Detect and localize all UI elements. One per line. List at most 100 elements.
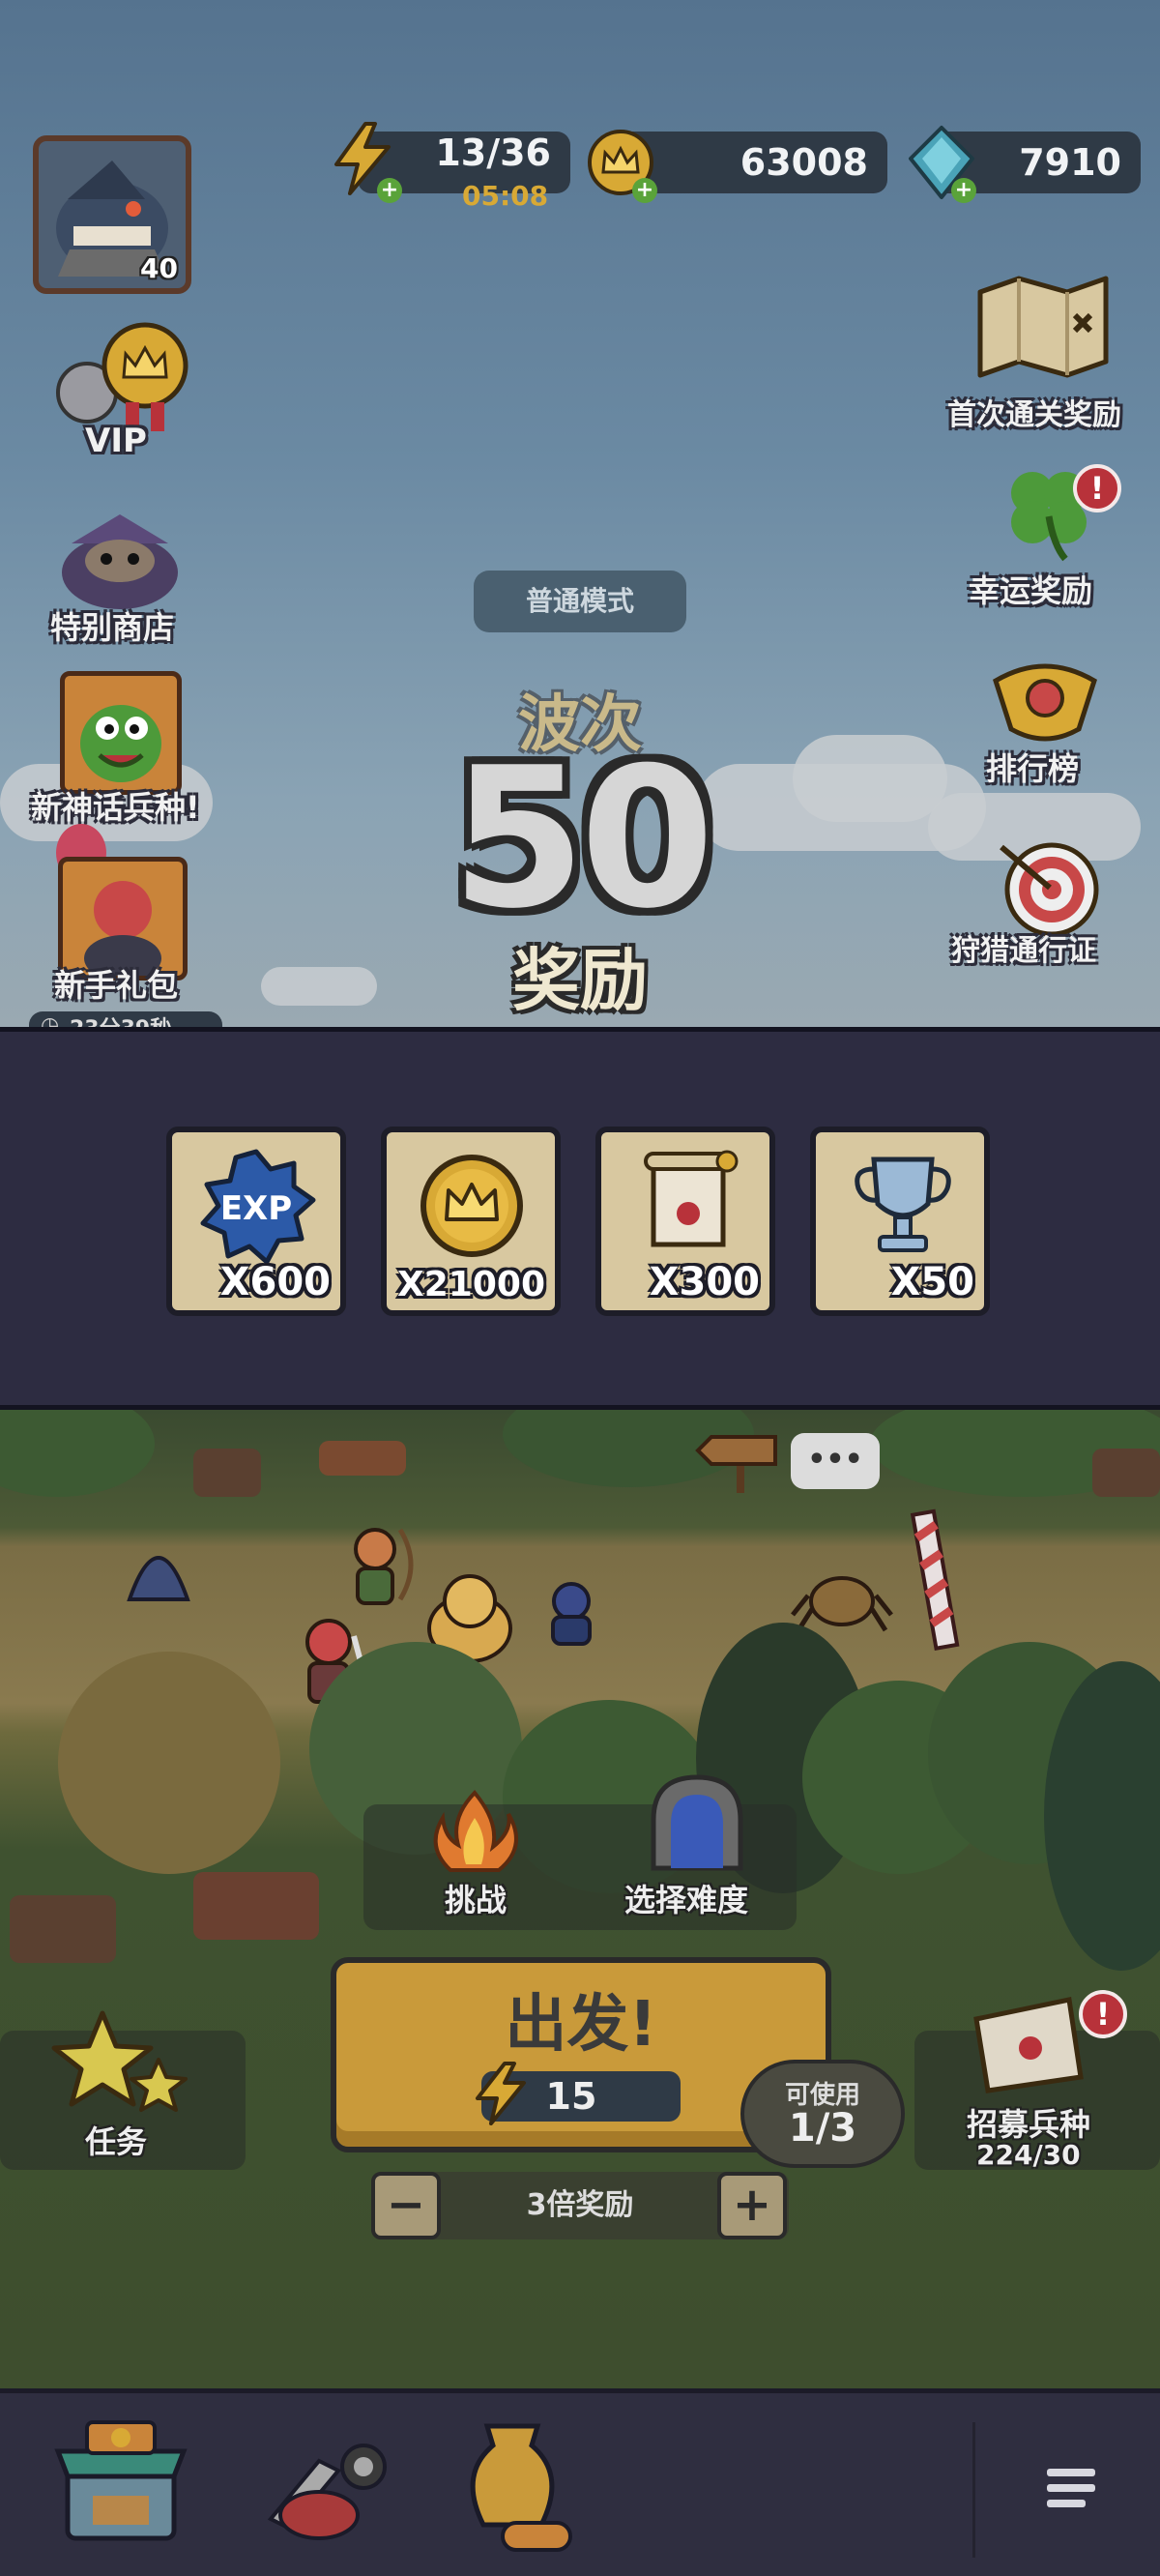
myth-unit-card <box>60 671 182 795</box>
select-difficulty-label: 选择难度 <box>624 1882 749 1918</box>
shop-stall-icon <box>54 2420 188 2541</box>
nav-relics-tab[interactable] <box>445 2416 590 2561</box>
reward-qty-gold: X21000 <box>397 1265 545 1304</box>
first-clear-reward-label: 首次通关奖励 <box>947 398 1121 432</box>
signpost-icon <box>695 1435 777 1493</box>
clock-icon: ◷ <box>41 1013 60 1027</box>
vase-icon <box>470 2423 572 2552</box>
vip-label: VIP <box>85 422 147 460</box>
gold-coin-icon <box>420 1155 523 1257</box>
archer-hero-icon <box>354 1528 414 1605</box>
tree <box>58 1652 280 1874</box>
new-myth-unit-button[interactable]: 新神话兵种! <box>29 671 222 826</box>
hunting-pass-label: 狩猎通行证 <box>951 934 1096 968</box>
blue-mage-icon <box>551 1582 592 1646</box>
select-difficulty-button[interactable]: 选择难度 <box>619 1771 793 1926</box>
scroll-icon <box>973 1997 1084 2093</box>
multiplier-decrease-button[interactable]: − <box>371 2172 441 2239</box>
available-count: 1/3 <box>788 2106 857 2151</box>
player-level: 40 <box>140 252 178 284</box>
energy-value: 13/36 <box>435 132 551 174</box>
log-pile <box>193 1872 319 1940</box>
multiplier-increase-button[interactable]: + <box>717 2172 787 2239</box>
barrier-pole-icon <box>910 1508 960 1651</box>
campfire-icon <box>433 1790 518 1872</box>
plus-icon: + <box>732 2178 772 2232</box>
reward-qty-scroll: X300 <box>649 1260 760 1304</box>
wave-reward-panel: EXP X600 X21000 X300 X50 <box>0 1027 1160 1410</box>
battle-scene: ••• 挑战 选择难度 任务 出发! 15 可使用 1/3 ! 招募兵种 224… <box>0 1410 1160 2388</box>
hamburger-menu-icon <box>1047 2469 1095 2507</box>
hooded-enemy-icon <box>127 1556 190 1601</box>
nav-heroes-tab[interactable] <box>251 2422 396 2558</box>
tree-stump <box>10 1895 116 1963</box>
weapons-icon <box>267 2444 387 2540</box>
quests-button[interactable]: 任务 <box>39 2007 222 2172</box>
raccoon-merchant-icon <box>62 514 178 609</box>
cloud <box>261 967 377 1006</box>
player-avatar[interactable]: 40 <box>33 135 191 294</box>
newbie-pack-label: 新手礼包 <box>54 967 179 1004</box>
tree-stump <box>1092 1449 1160 1497</box>
gold-crest-icon <box>993 663 1097 742</box>
reward-label: 奖励 <box>512 941 648 1020</box>
recruit-alert-badge: ! <box>1079 1990 1127 2038</box>
quests-label: 任务 <box>85 2123 148 2160</box>
chat-bubble-button[interactable]: ••• <box>791 1433 880 1489</box>
reward-card-trophy[interactable]: X50 <box>810 1127 990 1316</box>
exp-icon-text: EXP <box>220 1189 292 1228</box>
hunting-pass-button[interactable]: 狩猎通行证 <box>938 834 1150 979</box>
gold-value: 63008 <box>740 141 868 184</box>
target-arrow-icon <box>1000 842 1099 937</box>
exp-icon: EXP <box>200 1149 316 1265</box>
lucky-reward-button[interactable]: ! 幸运奖励 <box>957 458 1150 623</box>
nav-shop-tab[interactable] <box>48 2413 203 2558</box>
recruit-button[interactable]: ! 招募兵种 224/30 <box>928 1990 1150 2183</box>
newbie-pack-timer: ◷ 23分39秒 <box>29 1011 222 1027</box>
leaderboard-button[interactable]: 排行榜 <box>957 652 1150 797</box>
special-shop-label: 特别商店 <box>50 609 175 646</box>
add-gold-button[interactable]: + <box>632 178 657 203</box>
reward-qty-exp: X600 <box>219 1260 331 1304</box>
first-clear-reward-button[interactable]: 首次通关奖励 <box>938 273 1150 437</box>
trophy-icon <box>855 1156 951 1252</box>
log-pile <box>319 1441 406 1476</box>
special-shop-button[interactable]: 特别商店 <box>29 505 222 650</box>
hero-portrait-icon <box>84 881 161 981</box>
bottom-nav <box>0 2388 1160 2576</box>
stone-portal-icon <box>651 1774 743 1871</box>
scroll-icon <box>644 1150 739 1247</box>
minus-icon: − <box>386 2178 426 2232</box>
lucky-reward-alert-badge: ! <box>1073 464 1121 512</box>
reward-qty-trophy: X50 <box>890 1260 974 1304</box>
reward-card-gold[interactable]: X21000 <box>381 1127 561 1316</box>
add-energy-button[interactable]: + <box>377 178 402 203</box>
vip-medal-icon <box>56 322 188 431</box>
leaderboard-label: 排行榜 <box>986 750 1080 787</box>
depart-cost: 15 <box>545 2075 597 2118</box>
stars-icon <box>51 2010 188 2112</box>
treasure-map-icon <box>977 276 1109 378</box>
tree <box>0 1410 155 1497</box>
challenge-button[interactable]: 挑战 <box>406 1789 541 1924</box>
newbie-pack-button[interactable]: 新手礼包 ◷ 23分39秒 <box>29 824 222 1027</box>
nav-menu-button[interactable] <box>972 2422 1160 2558</box>
top-sky-area: 40 13/36 05:08 + 63008 + 7910 + VIP 特别商店… <box>0 0 1160 1027</box>
lucky-reward-label: 幸运奖励 <box>969 572 1093 609</box>
depart-cost-bar: 15 <box>476 2062 681 2125</box>
green-monster-icon <box>80 705 161 782</box>
reward-card-scroll[interactable]: X300 <box>595 1127 775 1316</box>
wave-number: 50 <box>450 726 714 951</box>
energy-timer: 05:08 <box>462 180 549 212</box>
recruit-count: 224/30 <box>976 2139 1081 2171</box>
spider-enemy-icon <box>791 1576 893 1632</box>
add-gems-button[interactable]: + <box>951 178 976 203</box>
vip-button[interactable]: VIP <box>39 317 203 462</box>
challenge-label: 挑战 <box>445 1882 508 1918</box>
mode-badge: 普通模式 <box>474 571 686 632</box>
available-uses-bubble: 可使用 1/3 <box>740 2060 905 2168</box>
gem-value: 7910 <box>1019 141 1121 184</box>
tree-stump <box>193 1449 261 1497</box>
reward-card-exp[interactable]: EXP X600 <box>166 1127 346 1316</box>
depart-label: 出发! <box>505 1989 657 2061</box>
